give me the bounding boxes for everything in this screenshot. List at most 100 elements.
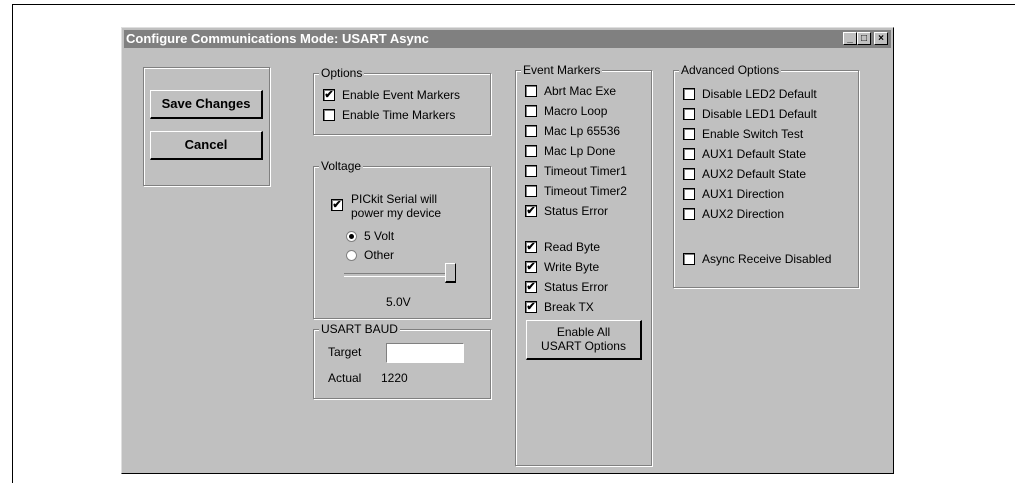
checkbox-label: Status Error — [544, 204, 609, 218]
checkbox-box-aux1-direction[interactable] — [683, 188, 695, 200]
checkbox-box-async-receive-disabled[interactable] — [683, 253, 695, 265]
power-device-checkbox[interactable]: ✔ — [331, 197, 350, 213]
checkbox-box-enable-event-markers[interactable]: ✔ — [323, 89, 335, 101]
window-title: Configure Communications Mode: USART Asy… — [126, 31, 429, 46]
enable-all-line2: USART Options — [541, 339, 626, 353]
checkbox-label: Abrt Mac Exe — [544, 84, 617, 98]
checkbox-disable-led2-default[interactable]: Disable LED2 Default — [683, 86, 817, 102]
checkbox-aux2-default-state[interactable]: AUX2 Default State — [683, 166, 806, 182]
checkbox-disable-led1-default[interactable]: Disable LED1 Default — [683, 106, 817, 122]
checkbox-write-byte[interactable]: ✔ Write Byte — [525, 259, 599, 275]
checkbox-box-status-error[interactable]: ✔ — [525, 281, 537, 293]
checkbox-aux1-default-state[interactable]: AUX1 Default State — [683, 146, 806, 162]
cancel-button[interactable]: Cancel — [150, 131, 263, 160]
checkbox-mac-lp-65536[interactable]: Mac Lp 65536 — [525, 123, 620, 139]
action-buttons-panel: Save Changes Cancel — [143, 67, 270, 186]
voltage-value: 5.0V — [386, 295, 411, 309]
enable-all-usart-options-button[interactable]: Enable All USART Options — [526, 320, 642, 360]
checkbox-enable-time-markers[interactable]: Enable Time Markers — [323, 107, 455, 123]
advanced-options-group: Advanced Options Disable LED2 Default Dis… — [673, 63, 859, 288]
page-frame-left — [12, 4, 13, 483]
maximize-button[interactable]: □ — [857, 32, 871, 45]
checkbox-label: AUX2 Direction — [702, 207, 785, 221]
target-label: Target — [328, 345, 362, 359]
checkbox-status-error[interactable]: ✔ Status Error — [525, 203, 608, 219]
checkbox-label: Write Byte — [544, 260, 600, 274]
configure-dialog: Configure Communications Mode: USART Asy… — [121, 27, 894, 474]
checkbox-box-timeout-timer1[interactable] — [525, 165, 537, 177]
checkbox-box-break-tx[interactable]: ✔ — [525, 301, 537, 313]
checkbox-timeout-timer1[interactable]: Timeout Timer1 — [525, 163, 627, 179]
advanced-options-label: Advanced Options — [679, 63, 782, 77]
radio-button[interactable] — [346, 249, 357, 261]
checkbox-box-disable-led1-default[interactable] — [683, 108, 695, 120]
checkbox-macro-loop[interactable]: Macro Loop — [525, 103, 607, 119]
checkbox-break-tx[interactable]: ✔ Break TX — [525, 299, 594, 315]
actual-baud-value: 1220 — [381, 371, 408, 385]
checkbox-box-enable-switch-test[interactable] — [683, 128, 695, 140]
checkbox-label: Enable Time Markers — [342, 108, 456, 122]
radio-button[interactable] — [346, 230, 357, 242]
checkbox-status-error[interactable]: ✔ Status Error — [525, 279, 608, 295]
checkbox-box-disable-led2-default[interactable] — [683, 88, 695, 100]
enable-all-line1: Enable All — [556, 325, 611, 339]
save-changes-button[interactable]: Save Changes — [150, 90, 263, 119]
options-group: Options ✔ Enable Event Markers Enable Time… — [313, 66, 491, 135]
checkbox-abrt-mac-exe[interactable]: Abrt Mac Exe — [525, 83, 616, 99]
checkbox-box-read-byte[interactable]: ✔ — [525, 241, 537, 253]
voltage-slider-thumb[interactable] — [445, 263, 456, 283]
checkbox-label: Break TX — [544, 300, 594, 314]
checkbox-label: Read Byte — [544, 240, 601, 254]
voltage-label: Voltage — [319, 159, 364, 173]
checkbox-enable-switch-test[interactable]: Enable Switch Test — [683, 126, 803, 142]
checkbox-mac-lp-done[interactable]: Mac Lp Done — [525, 143, 615, 159]
radio-label: Other — [364, 248, 395, 262]
checkbox-box-aux1-default-state[interactable] — [683, 148, 695, 160]
checkbox-label: AUX2 Default State — [702, 167, 807, 181]
checkbox-label: Disable LED1 Default — [702, 107, 817, 121]
options-label: Options — [319, 66, 365, 80]
checkbox-box-aux2-default-state[interactable] — [683, 168, 695, 180]
voltage-group: Voltage ✔ PICkit Serial will power my de… — [313, 159, 491, 319]
checkbox-box-mac-lp-done[interactable] — [525, 145, 537, 157]
checkbox-label: Timeout Timer1 — [544, 164, 627, 178]
event-markers-label: Event Markers — [521, 63, 603, 77]
checkbox-label: Timeout Timer2 — [544, 184, 627, 198]
power-label-line1: PICkit Serial will — [351, 192, 438, 206]
checkbox-box-abrt-mac-exe[interactable] — [525, 85, 537, 97]
radio-label: 5 Volt — [364, 229, 395, 243]
checkbox-label: Disable LED2 Default — [702, 87, 817, 101]
checkbox-box-enable-time-markers[interactable] — [323, 109, 335, 121]
usart-baud-group: USART BAUD Target Actual 1220 — [313, 322, 491, 399]
checkbox-box-write-byte[interactable]: ✔ — [525, 261, 537, 273]
checkbox-aux2-direction[interactable]: AUX2 Direction — [683, 206, 784, 222]
checkbox-box-aux2-direction[interactable] — [683, 208, 695, 220]
checkbox-aux1-direction[interactable]: AUX1 Direction — [683, 186, 784, 202]
checkbox-label: Mac Lp 65536 — [544, 124, 621, 138]
power-device-label: PICkit Serial will power my device — [351, 192, 441, 220]
radio-5-volt[interactable]: 5 Volt — [346, 228, 394, 244]
target-baud-input[interactable] — [386, 343, 464, 363]
checkbox-async-receive-disabled[interactable]: Async Receive Disabled — [683, 251, 831, 267]
page-frame-top — [12, 4, 1015, 5]
checkbox-box-status-error[interactable]: ✔ — [525, 205, 537, 217]
radio-other[interactable]: Other — [346, 247, 394, 263]
checkbox-enable-event-markers[interactable]: ✔ Enable Event Markers — [323, 87, 460, 103]
close-button[interactable]: × — [874, 32, 888, 45]
voltage-slider-track[interactable] — [344, 273, 456, 277]
checkbox-label: Mac Lp Done — [544, 144, 616, 158]
checkbox-box-mac-lp-65536[interactable] — [525, 125, 537, 137]
checkbox-label: Macro Loop — [544, 104, 608, 118]
power-label-line2: power my device — [351, 206, 442, 220]
checkbox-label: Enable Switch Test — [702, 127, 804, 141]
checkbox-box-timeout-timer2[interactable] — [525, 185, 537, 197]
checkbox-read-byte[interactable]: ✔ Read Byte — [525, 239, 600, 255]
event-markers-group: Event Markers Abrt Mac Exe Macro Loop Mac … — [515, 63, 652, 466]
title-bar: Configure Communications Mode: USART Asy… — [124, 30, 891, 48]
checkbox-box-macro-loop[interactable] — [525, 105, 537, 117]
checkbox-timeout-timer2[interactable]: Timeout Timer2 — [525, 183, 627, 199]
checkbox-label: Async Receive Disabled — [702, 252, 832, 266]
checkbox-label: AUX1 Direction — [702, 187, 785, 201]
minimize-button[interactable]: _ — [843, 32, 857, 45]
power-device-checkbox-box[interactable]: ✔ — [331, 199, 343, 211]
